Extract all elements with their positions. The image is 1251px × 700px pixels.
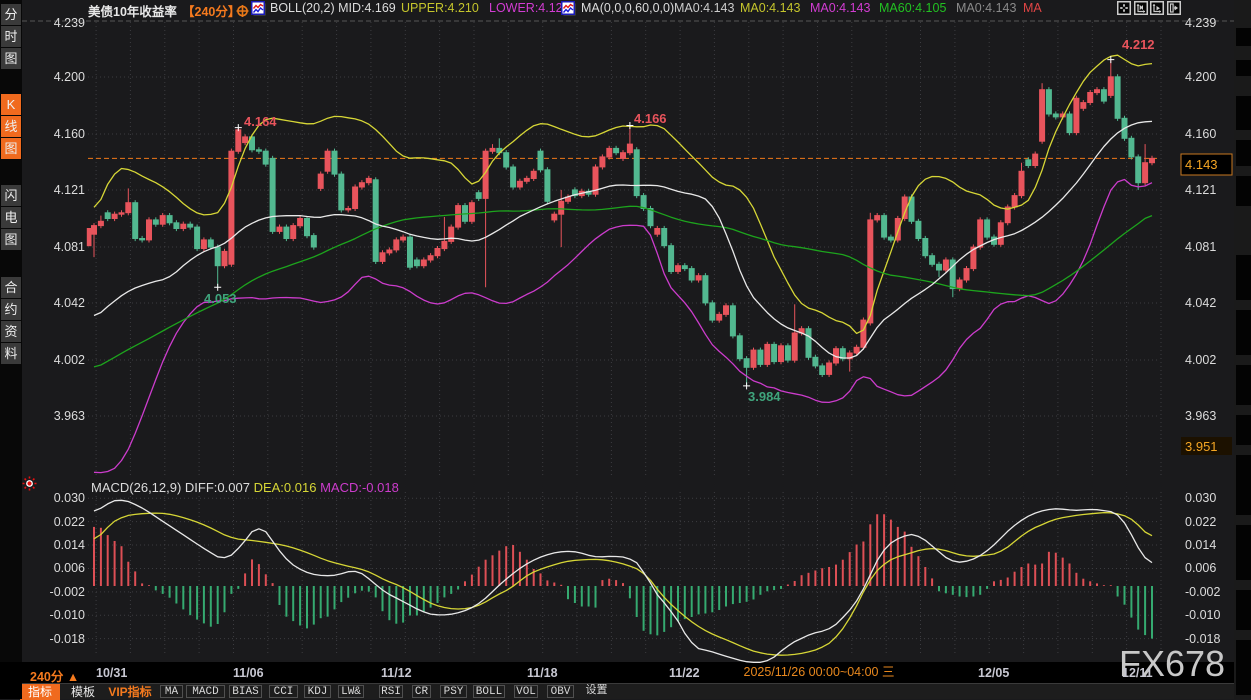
svg-text:4.239: 4.239 xyxy=(1185,16,1216,30)
svg-text:-0.010: -0.010 xyxy=(50,608,85,622)
svg-text:-0.018: -0.018 xyxy=(50,632,85,646)
svg-text:4.200: 4.200 xyxy=(54,70,85,84)
svg-text:3.963: 3.963 xyxy=(1185,409,1216,423)
svg-text:4.160: 4.160 xyxy=(54,127,85,141)
svg-text:-0.002: -0.002 xyxy=(1185,585,1220,599)
svg-text:0.030: 0.030 xyxy=(1185,491,1216,505)
svg-text:4.081: 4.081 xyxy=(1185,240,1216,254)
svg-text:0.006: 0.006 xyxy=(54,561,85,575)
svg-text:4.160: 4.160 xyxy=(1185,127,1216,141)
svg-text:0.014: 0.014 xyxy=(54,538,85,552)
svg-text:0.014: 0.014 xyxy=(1185,538,1216,552)
svg-text:4.081: 4.081 xyxy=(54,240,85,254)
svg-text:4.121: 4.121 xyxy=(1185,183,1216,197)
svg-text:0.030: 0.030 xyxy=(54,491,85,505)
svg-text:4.042: 4.042 xyxy=(1185,296,1216,310)
svg-text:4.212: 4.212 xyxy=(1122,37,1155,52)
svg-text:3.984: 3.984 xyxy=(748,389,781,404)
svg-text:0.022: 0.022 xyxy=(1185,515,1216,529)
svg-text:4.143: 4.143 xyxy=(1185,157,1218,172)
svg-text:MACD(26,12,9) DIFF:0.007 DEA:0: MACD(26,12,9) DIFF:0.007 DEA:0.016 MACD:… xyxy=(91,480,399,495)
svg-text:4.166: 4.166 xyxy=(634,111,667,126)
svg-text:4.239: 4.239 xyxy=(54,16,85,30)
svg-text:4.200: 4.200 xyxy=(1185,70,1216,84)
svg-text:4.053: 4.053 xyxy=(204,291,237,306)
svg-text:4.164: 4.164 xyxy=(244,114,277,129)
svg-text:0.022: 0.022 xyxy=(54,515,85,529)
svg-text:4.002: 4.002 xyxy=(54,353,85,367)
svg-text:4.042: 4.042 xyxy=(54,296,85,310)
svg-text:4.002: 4.002 xyxy=(1185,353,1216,367)
svg-text:-0.002: -0.002 xyxy=(50,585,85,599)
svg-text:4.121: 4.121 xyxy=(54,183,85,197)
svg-text:0.006: 0.006 xyxy=(1185,561,1216,575)
svg-text:3.951: 3.951 xyxy=(1185,439,1218,454)
svg-text:3.963: 3.963 xyxy=(54,409,85,423)
svg-text:-0.010: -0.010 xyxy=(1185,608,1220,622)
